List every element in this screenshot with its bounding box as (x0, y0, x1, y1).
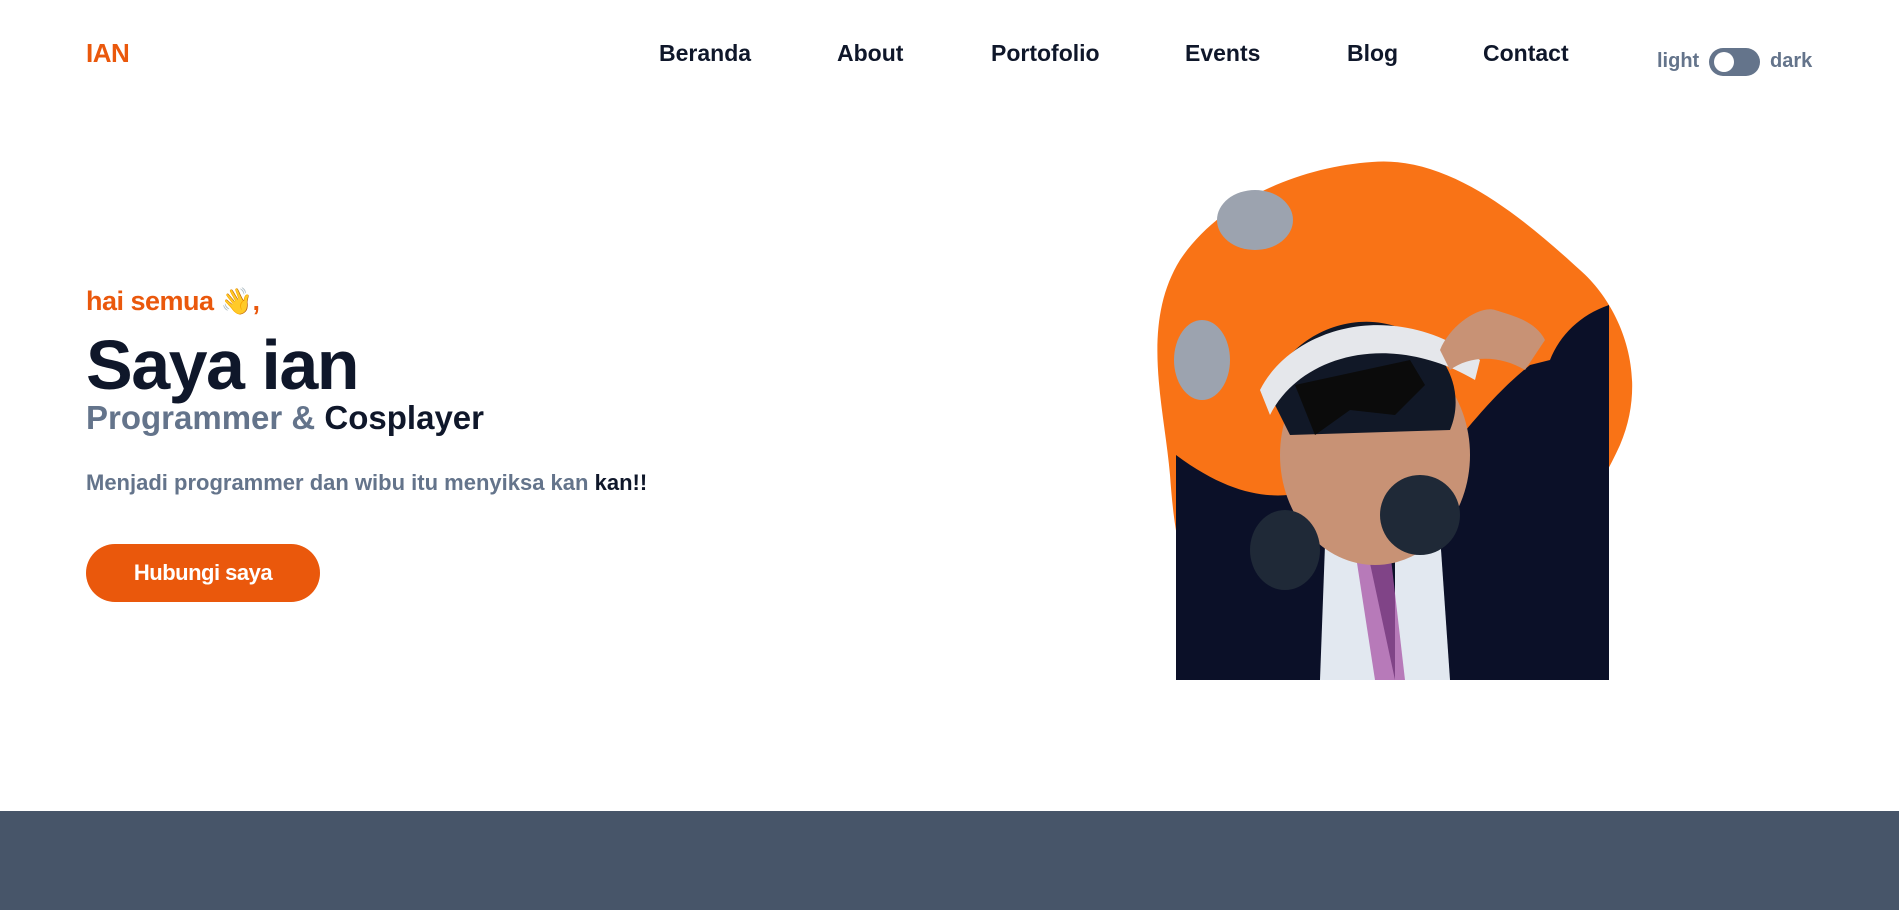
next-section-band (0, 811, 1899, 910)
waving-hand-icon: 👋 (220, 286, 253, 316)
hero-portrait (1150, 155, 1640, 685)
role-cosplayer: Cosplayer (324, 399, 484, 436)
nav-link-about[interactable]: About (837, 40, 903, 67)
nav-link-contact[interactable]: Contact (1483, 40, 1569, 67)
site-header: IAN Beranda About Portofolio Events Blog… (0, 0, 1899, 110)
theme-toggle[interactable] (1709, 48, 1760, 76)
theme-dark-label: dark (1770, 50, 1813, 72)
greeting-text: hai semua (86, 286, 214, 316)
greeting-suffix: , (252, 286, 260, 316)
nav-link-beranda[interactable]: Beranda (659, 40, 751, 67)
hero-tagline: Menjadi programmer dan wibu itu menyiksa… (86, 470, 647, 496)
hero-title: Saya ian (86, 326, 360, 404)
contact-me-button[interactable]: Hubungi saya (86, 544, 320, 602)
nav-link-blog[interactable]: Blog (1347, 40, 1398, 67)
portrait-illustration (1157, 161, 1633, 680)
site-logo[interactable]: IAN (86, 38, 130, 69)
nav-link-events[interactable]: Events (1185, 40, 1260, 67)
tagline-main: Menjadi programmer dan wibu itu menyiksa… (86, 470, 589, 495)
toggle-knob (1714, 52, 1734, 72)
theme-light-label: light (1657, 50, 1700, 72)
hero-role: Programmer & Cosplayer (86, 397, 484, 439)
nav-link-portofolio[interactable]: Portofolio (991, 40, 1100, 67)
role-programmer: Programmer & (86, 399, 316, 436)
hero-greeting: hai semua 👋, (86, 286, 260, 317)
tagline-emphasis: kan!! (594, 470, 648, 495)
